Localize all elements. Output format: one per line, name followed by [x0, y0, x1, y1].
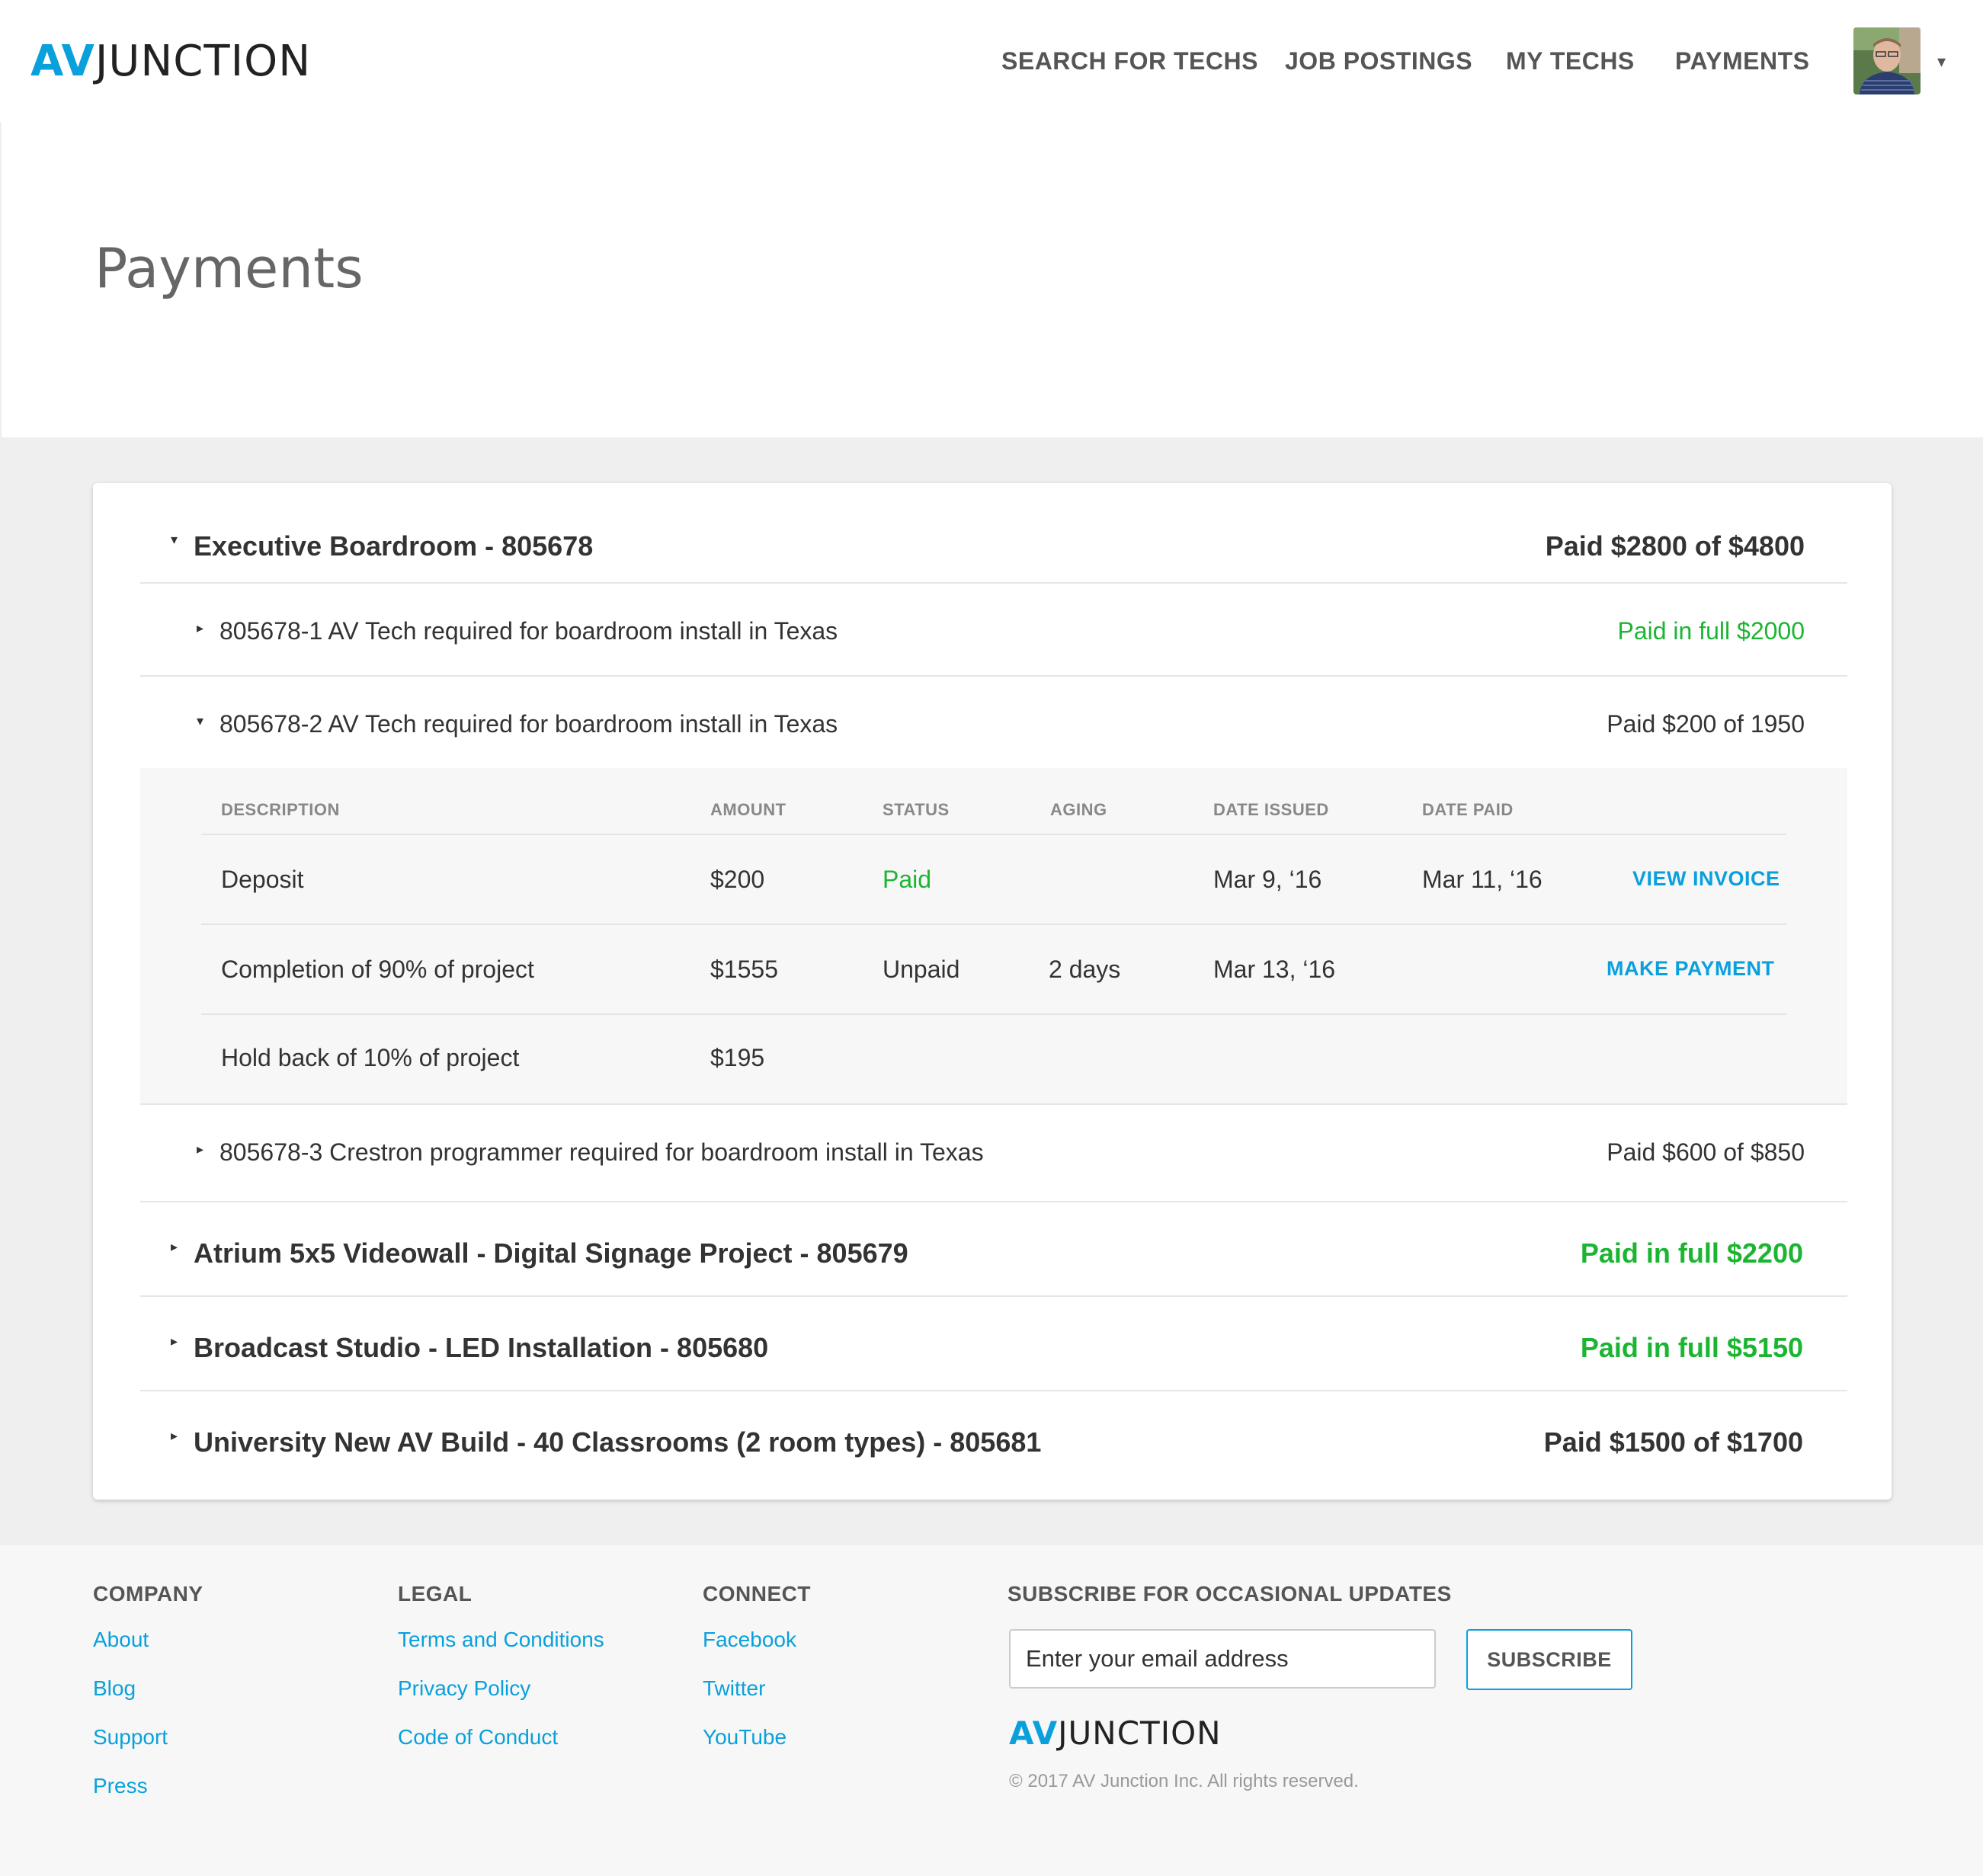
nav-job-postings[interactable]: JOB POSTINGS [1285, 47, 1472, 75]
make-payment-button[interactable]: MAKE PAYMENT [1607, 957, 1775, 981]
caret-right-icon: ▸ [171, 1428, 178, 1443]
project-row-805679[interactable]: ▸ Atrium 5x5 Videowall - Digital Signage… [140, 1231, 1847, 1277]
job-title: 805678-1 AV Tech required for boardroom … [219, 617, 838, 645]
top-header: AVJUNCTION SEARCH FOR TECHS JOB POSTINGS… [0, 0, 1983, 122]
project-status: Paid in full $5150 [1580, 1332, 1803, 1363]
footer-heading-subscribe: SUBSCRIBE FOR OCCASIONAL UPDATES [1008, 1582, 1452, 1605]
cell-amount: $195 [710, 1044, 765, 1071]
footer-link-about[interactable]: About [93, 1628, 149, 1652]
email-input[interactable] [1009, 1629, 1436, 1689]
title-area: Payments [0, 122, 1983, 437]
footer-link-support[interactable]: Support [93, 1725, 168, 1750]
page-title: Payments [95, 236, 364, 300]
view-invoice-button[interactable]: VIEW INVOICE [1632, 867, 1780, 891]
divider [201, 924, 1786, 925]
footer-link-privacy[interactable]: Privacy Policy [398, 1676, 530, 1701]
copyright-text: © 2017 AV Junction Inc. All rights reser… [1009, 1771, 1359, 1791]
job-status: Paid $600 of $850 [1607, 1138, 1805, 1166]
caret-right-icon: ▸ [197, 1141, 204, 1157]
nav-my-techs[interactable]: MY TECHS [1506, 47, 1635, 75]
caret-right-icon: ▸ [171, 1333, 178, 1349]
cell-aging: 2 days [1049, 956, 1121, 983]
cell-date-paid: Mar 11, ‘16 [1422, 866, 1543, 893]
column-header-date-paid: DATE PAID [1422, 800, 1514, 819]
divider [140, 1103, 1847, 1105]
column-header-amount: AMOUNT [710, 800, 786, 819]
footer-logo-junction: JUNCTION [1058, 1714, 1222, 1752]
footer-link-youtube[interactable]: YouTube [703, 1725, 786, 1750]
payments-card: ▾ Executive Boardroom - 805678 Paid $280… [93, 483, 1892, 1500]
column-header-aging: AGING [1050, 800, 1107, 819]
divider [140, 1201, 1847, 1202]
caret-down-icon: ▾ [197, 713, 204, 728]
avatar-image [1853, 27, 1921, 94]
payment-table: DESCRIPTION AMOUNT STATUS AGING DATE ISS… [140, 768, 1847, 1103]
project-title: Broadcast Studio - LED Installation - 80… [194, 1332, 769, 1363]
user-avatar[interactable] [1853, 27, 1921, 94]
cell-description: Completion of 90% of project [221, 956, 534, 983]
project-status: Paid $2800 of $4800 [1545, 530, 1805, 562]
footer: COMPANY About Blog Support Press LEGAL T… [0, 1545, 1983, 1876]
divider [140, 1390, 1847, 1391]
divider [140, 675, 1847, 677]
footer-link-code-of-conduct[interactable]: Code of Conduct [398, 1725, 558, 1750]
logo-junction: JUNCTION [95, 37, 312, 86]
project-title: Executive Boardroom - 805678 [194, 530, 594, 562]
project-title: Atrium 5x5 Videowall - Digital Signage P… [194, 1237, 908, 1269]
job-title: 805678-2 AV Tech required for boardroom … [219, 710, 838, 738]
column-header-date-issued: DATE ISSUED [1213, 800, 1329, 819]
user-menu-caret-icon[interactable]: ▾ [1937, 52, 1946, 72]
job-status: Paid in full $2000 [1617, 617, 1805, 645]
column-header-status: STATUS [883, 800, 950, 819]
caret-right-icon: ▸ [197, 620, 204, 635]
project-row-805678[interactable]: ▾ Executive Boardroom - 805678 Paid $280… [140, 524, 1847, 570]
footer-heading-connect: CONNECT [703, 1582, 811, 1605]
column-header-description: DESCRIPTION [221, 800, 340, 819]
footer-logo-av: AV [1009, 1714, 1059, 1752]
footer-link-twitter[interactable]: Twitter [703, 1676, 765, 1701]
cell-description: Deposit [221, 866, 304, 893]
footer-link-press[interactable]: Press [93, 1774, 148, 1798]
nav-payments[interactable]: PAYMENTS [1675, 47, 1809, 75]
cell-status: Paid [883, 866, 932, 893]
project-title: University New AV Build - 40 Classrooms … [194, 1426, 1042, 1458]
cell-date-issued: Mar 9, ‘16 [1213, 866, 1322, 893]
job-row-805678-3[interactable]: ▸ 805678-3 Crestron programmer required … [140, 1135, 1847, 1173]
project-status: Paid $1500 of $1700 [1543, 1426, 1803, 1458]
cell-amount: $1555 [710, 956, 778, 983]
logo-av: AV [30, 37, 95, 86]
nav-search-for-techs[interactable]: SEARCH FOR TECHS [1001, 47, 1258, 75]
project-row-805680[interactable]: ▸ Broadcast Studio - LED Installation - … [140, 1326, 1847, 1372]
job-title: 805678-3 Crestron programmer required fo… [219, 1138, 984, 1166]
cell-status: Unpaid [883, 956, 960, 983]
divider [201, 1013, 1786, 1015]
footer-heading-legal: LEGAL [398, 1582, 473, 1605]
footer-link-terms[interactable]: Terms and Conditions [398, 1628, 604, 1652]
job-row-805678-2[interactable]: ▾ 805678-2 AV Tech required for boardroo… [140, 707, 1847, 745]
subscribe-button[interactable]: SUBSCRIBE [1466, 1629, 1632, 1690]
caret-down-icon: ▾ [171, 532, 178, 547]
cell-description: Hold back of 10% of project [221, 1044, 520, 1071]
cell-amount: $200 [710, 866, 765, 893]
divider [201, 834, 1786, 835]
footer-link-facebook[interactable]: Facebook [703, 1628, 796, 1652]
footer-heading-company: COMPANY [93, 1582, 203, 1605]
logo[interactable]: AVJUNCTION [30, 37, 311, 86]
cell-date-issued: Mar 13, ‘16 [1213, 956, 1336, 983]
footer-logo[interactable]: AVJUNCTION [1009, 1714, 1222, 1752]
footer-link-blog[interactable]: Blog [93, 1676, 136, 1701]
divider [140, 1295, 1847, 1297]
project-status: Paid in full $2200 [1580, 1237, 1803, 1269]
job-row-805678-1[interactable]: ▸ 805678-1 AV Tech required for boardroo… [140, 614, 1847, 652]
project-row-805681[interactable]: ▸ University New AV Build - 40 Classroom… [140, 1420, 1847, 1466]
caret-right-icon: ▸ [171, 1239, 178, 1254]
divider [140, 582, 1847, 584]
job-status: Paid $200 of 1950 [1607, 710, 1805, 738]
